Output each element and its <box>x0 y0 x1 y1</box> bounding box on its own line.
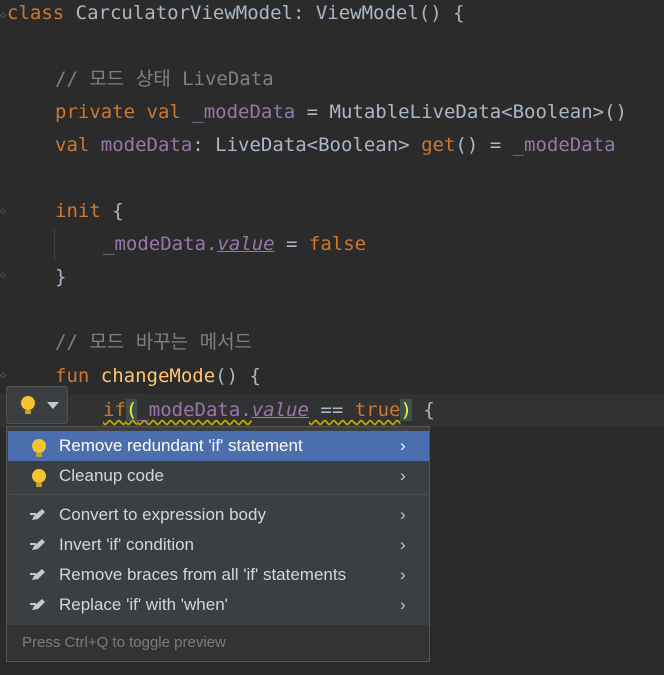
code-text: { <box>411 399 435 421</box>
matched-bracket: ) <box>400 399 412 421</box>
intention-actions-button[interactable] <box>6 386 68 424</box>
pencil-icon <box>30 599 45 610</box>
popup-footer-hint: Press Ctrl+Q to toggle preview <box>7 625 429 661</box>
keyword-token: class <box>7 2 65 24</box>
code-text: : LiveData<Boolean> <box>192 134 422 156</box>
code-line[interactable]: private val _modeData = MutableLiveData<… <box>55 96 627 129</box>
keyword-token: get <box>421 134 456 156</box>
chevron-right-icon: › <box>400 595 406 614</box>
bulb-icon <box>21 396 35 414</box>
menu-item-label: Remove braces from all 'if' statements <box>59 565 347 584</box>
menu-item-label: Invert 'if' condition <box>59 535 195 554</box>
menu-item-convert-expression-body[interactable]: Convert to expression body › <box>8 500 429 530</box>
matched-bracket: ( <box>125 399 138 421</box>
menu-item-remove-braces[interactable]: Remove braces from all 'if' statements › <box>8 560 429 590</box>
menu-item-remove-redundant-if[interactable]: Remove redundant 'if' statement › <box>8 431 429 461</box>
chevron-right-icon: › <box>400 535 406 554</box>
fold-icon[interactable]: ◇ <box>0 270 8 281</box>
code-line[interactable]: // 모드 상태 LiveData <box>55 63 274 96</box>
code-text: () = <box>455 134 513 156</box>
pencil-icon <box>30 569 45 580</box>
property-token: value <box>217 233 275 255</box>
menu-item-label: Remove redundant 'if' statement <box>59 436 303 455</box>
chevron-right-icon: › <box>400 565 406 584</box>
keyword-token: val <box>55 134 90 156</box>
code-text: = MutableLiveData<Boolean>() <box>295 101 627 123</box>
keyword-token: true <box>354 399 401 421</box>
menu-item-label: Convert to expression body <box>59 505 266 524</box>
bulb-icon <box>32 469 46 487</box>
code-text: () { <box>215 365 261 387</box>
indent-guide <box>54 228 55 261</box>
keyword-token: false <box>308 233 367 255</box>
code-line[interactable]: // 모드 바꾸는 메서드 <box>55 326 252 359</box>
menu-item-cleanup-code[interactable]: Cleanup code › <box>8 461 429 491</box>
class-declaration: CarculatorViewModel: ViewModel() { <box>64 2 465 24</box>
fold-icon[interactable]: ◇ <box>0 370 8 381</box>
comment-token: // 모드 상태 LiveData <box>55 68 274 90</box>
keyword-token: init <box>55 200 101 222</box>
keyword-token: private val <box>55 101 181 123</box>
code-line[interactable]: init { <box>55 195 124 228</box>
field-token: _modeData. <box>137 399 252 421</box>
function-name-token: changeMode <box>89 365 216 387</box>
code-text: { <box>100 200 124 222</box>
code-line[interactable]: _modeData.value = false <box>103 228 366 261</box>
menu-separator <box>10 494 427 495</box>
bulb-icon <box>32 439 46 457</box>
comment-token: // 모드 바꾸는 메서드 <box>55 331 253 353</box>
property-token: value <box>251 399 309 421</box>
menu-item-label: Cleanup code <box>59 466 164 485</box>
code-line[interactable]: class CarculatorViewModel: ViewModel() { <box>7 0 465 30</box>
code-text: = <box>274 233 309 255</box>
fold-icon[interactable]: ◇ <box>0 206 8 217</box>
code-line[interactable]: if(_modeData.value == true) { <box>103 394 435 427</box>
keyword-token: fun <box>55 365 90 387</box>
code-line[interactable]: val modeData: LiveData<Boolean> get() = … <box>55 129 616 162</box>
chevron-right-icon: › <box>400 505 406 524</box>
menu-item-invert-if[interactable]: Invert 'if' condition › <box>8 530 429 560</box>
pencil-icon <box>30 509 45 520</box>
pencil-icon <box>30 539 45 550</box>
intention-actions-popup: Remove redundant 'if' statement › Cleanu… <box>6 426 430 662</box>
chevron-right-icon: › <box>400 466 406 485</box>
menu-item-replace-if-when[interactable]: Replace 'if' with 'when' › <box>8 590 429 620</box>
chevron-right-icon: › <box>400 436 406 455</box>
footer-hint-text: Press Ctrl+Q to toggle preview <box>22 634 226 651</box>
field-token: _modeData. <box>103 233 218 255</box>
code-line[interactable]: } <box>55 261 66 294</box>
code-text: } <box>55 266 67 288</box>
field-token: _modeData <box>512 134 616 156</box>
code-line[interactable]: fun changeMode() { <box>55 360 261 393</box>
chevron-down-icon <box>47 402 59 409</box>
field-token: modeData <box>89 134 193 156</box>
keyword-token: if <box>103 399 126 421</box>
code-text: == <box>308 399 355 421</box>
menu-item-label: Replace 'if' with 'when' <box>59 595 228 614</box>
field-token: _modeData <box>180 101 296 123</box>
